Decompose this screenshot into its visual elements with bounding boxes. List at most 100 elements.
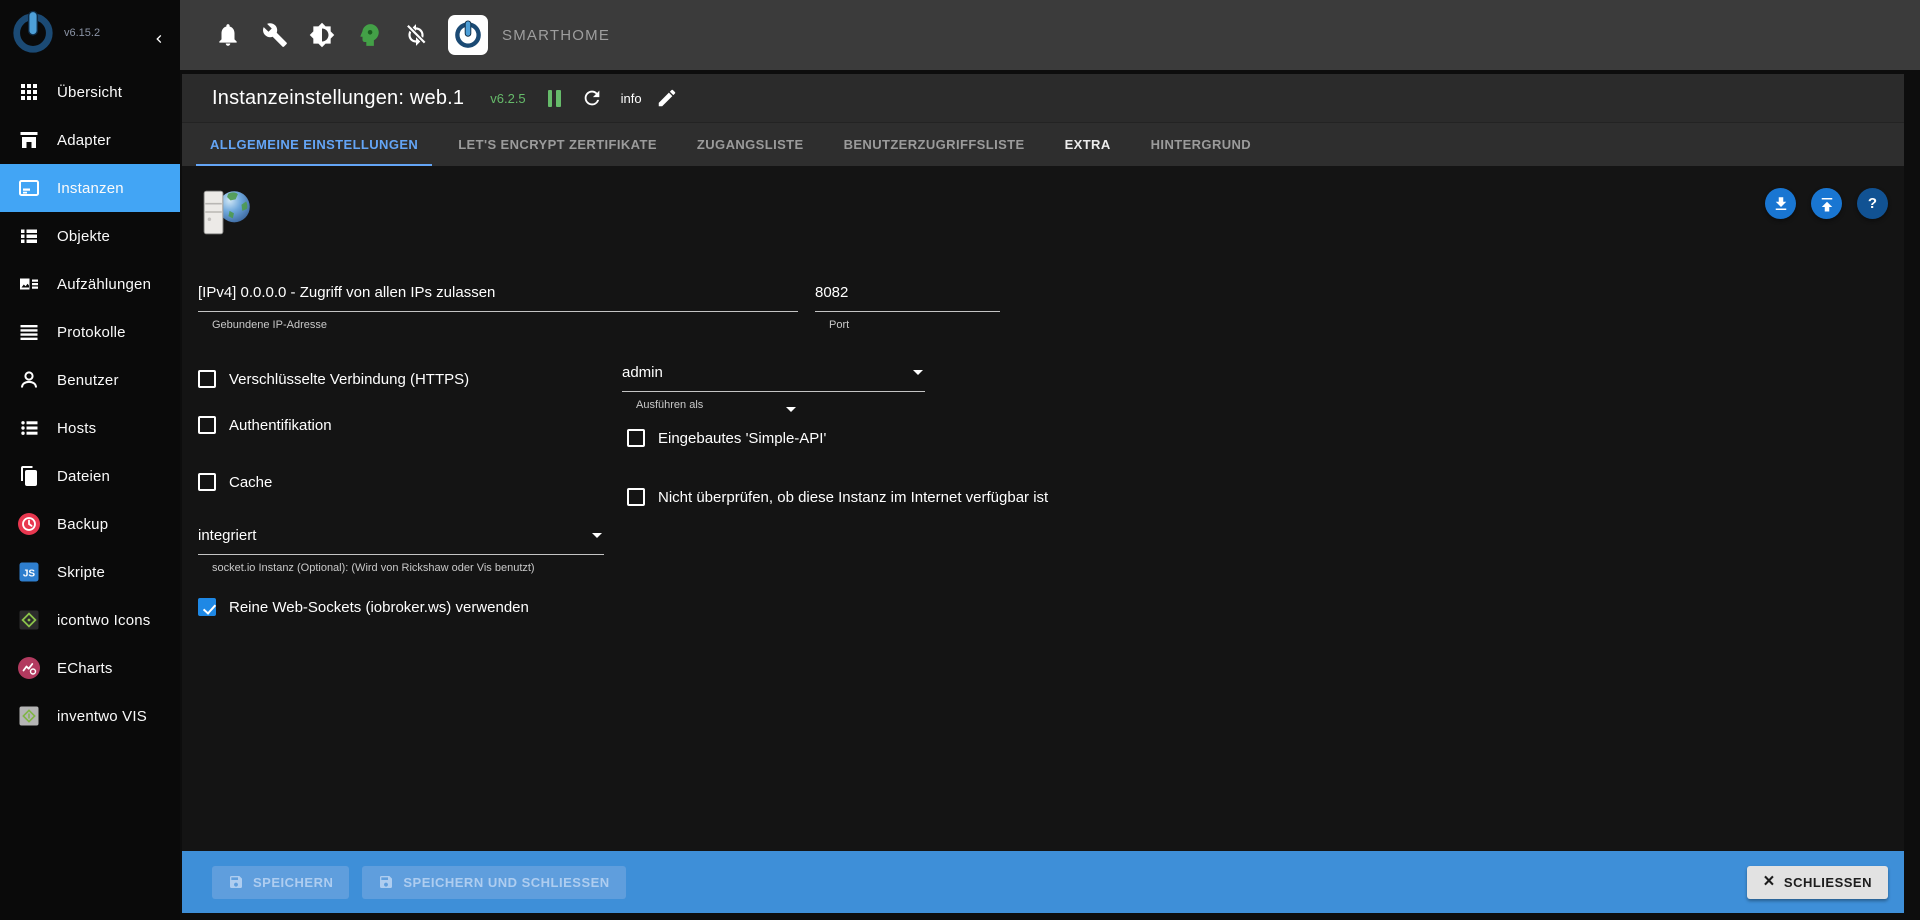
socketio-label: socket.io Instanz (Optional): (Wird von … [198, 562, 604, 574]
list-icon [17, 224, 41, 248]
brand-name: SMARTHOME [502, 27, 610, 44]
restart-icon[interactable] [581, 87, 603, 109]
edit-icon[interactable] [656, 87, 678, 109]
dialog-header: Instanzeinstellungen: web.1 v6.2.5 info [182, 74, 1904, 122]
save-icon [378, 874, 394, 890]
sidebar-item-hosts[interactable]: Hosts [0, 404, 180, 452]
theme-icon[interactable] [309, 22, 335, 48]
tab-allgemeine-einstellungen[interactable]: ALLGEMEINE EINSTELLUNGEN [190, 123, 438, 166]
javascript-icon: JS [17, 560, 41, 584]
tab-extra[interactable]: EXTRA [1045, 123, 1131, 166]
cache-row: Cache [198, 473, 272, 491]
close-button[interactable]: × SCHLIESSEN [1747, 866, 1888, 899]
bind-ip-select[interactable]: [IPv4] 0.0.0.0 - Zugriff von allen IPs z… [198, 283, 798, 331]
websockets-label: Reine Web-Sockets (iobroker.ws) verwende… [229, 599, 529, 616]
inventwo-icon [17, 704, 41, 728]
bind-ip-value[interactable]: [IPv4] 0.0.0.0 - Zugriff von allen IPs z… [198, 283, 798, 312]
grid-icon [17, 80, 41, 104]
sync-disabled-icon[interactable] [403, 22, 429, 48]
https-checkbox[interactable] [198, 370, 216, 388]
save-and-close-button[interactable]: SPEICHERN UND SCHLIESSEN [362, 866, 625, 899]
topbar: SMARTHOME [180, 0, 1920, 70]
download-config-button[interactable] [1765, 188, 1796, 219]
adapter-version: v6.2.5 [490, 91, 525, 106]
enums-icon [17, 272, 41, 296]
port-input[interactable] [815, 283, 1000, 303]
internet-check-row: Nicht überprüfen, ob diese Instanz im In… [627, 488, 1048, 506]
run-as-select[interactable]: admin Ausführen als [622, 363, 925, 411]
dialog-title: Instanzeinstellungen: web.1 [212, 87, 464, 110]
cache-checkbox[interactable] [198, 473, 216, 491]
sidebar-item-benutzer[interactable]: Benutzer [0, 356, 180, 404]
save-button[interactable]: SPEICHERN [212, 866, 349, 899]
instances-icon [17, 176, 41, 200]
instance-settings-dialog: Instanzeinstellungen: web.1 v6.2.5 info … [182, 74, 1904, 913]
logs-icon [17, 320, 41, 344]
store-icon [17, 128, 41, 152]
sidebar-item-objekte[interactable]: Objekte [0, 212, 180, 260]
sidebar-item-backup[interactable]: Backup [0, 500, 180, 548]
chevron-down-icon [592, 533, 602, 538]
sidebar-item-echarts[interactable]: ECharts [0, 644, 180, 692]
cache-label: Cache [229, 474, 272, 491]
svg-text:JS: JS [23, 569, 36, 580]
user-icon [17, 368, 41, 392]
auth-checkbox[interactable] [198, 416, 216, 434]
expert-mode-icon[interactable] [356, 22, 382, 48]
collapse-sidebar-icon[interactable] [142, 22, 166, 46]
tab-zugangsliste[interactable]: ZUGANGSLISTE [677, 123, 824, 166]
sidebar-item-icontwo[interactable]: icontwo Icons [0, 596, 180, 644]
sidebar-item-aufzaehlungen[interactable]: Aufzählungen [0, 260, 180, 308]
help-button[interactable]: ? [1857, 188, 1888, 219]
iobroker-logo [448, 15, 488, 55]
save-icon [228, 874, 244, 890]
socketio-value[interactable]: integriert [198, 526, 604, 555]
form-actions: ? [1765, 188, 1888, 219]
upload-config-button[interactable] [1811, 188, 1842, 219]
auth-label: Authentifikation [229, 417, 332, 434]
https-row: Verschlüsselte Verbindung (HTTPS) [198, 370, 469, 388]
icontwo-icon [17, 608, 41, 632]
simple-api-row: Eingebautes 'Simple-API' [627, 429, 826, 447]
tab-hintergrund[interactable]: HINTERGRUND [1131, 123, 1271, 166]
hosts-icon [17, 416, 41, 440]
notifications-icon[interactable] [215, 22, 241, 48]
files-icon [17, 464, 41, 488]
tab-bar: ALLGEMEINE EINSTELLUNGEN LET'S ENCRYPT Z… [182, 122, 1904, 166]
sidebar-header: v6.15.2 [0, 0, 180, 68]
sidebar-menu: Übersicht Adapter Instanzen Objekte Aufz… [0, 68, 180, 740]
pause-instance-icon[interactable] [548, 90, 561, 107]
info-link[interactable]: info [621, 91, 642, 106]
dialog-footer: SPEICHERN SPEICHERN UND SCHLIESSEN × SCH… [182, 851, 1904, 913]
socketio-select[interactable]: integriert socket.io Instanz (Optional):… [198, 526, 604, 574]
settings-form: ? [IPv4] 0.0.0.0 - Zugriff von allen IPs… [182, 166, 1904, 851]
bind-ip-label: Gebundene IP-Adresse [198, 319, 798, 331]
web-adapter-icon [198, 184, 256, 242]
port-label: Port [815, 319, 1000, 331]
tab-lets-encrypt-zertifikate[interactable]: LET'S ENCRYPT ZERTIFIKATE [438, 123, 677, 166]
run-as-value[interactable]: admin [622, 363, 925, 392]
iobroker-logo-icon [10, 10, 56, 56]
sidebar-item-skripte[interactable]: JS Skripte [0, 548, 180, 596]
websockets-row: Reine Web-Sockets (iobroker.ws) verwende… [198, 598, 529, 616]
sidebar-item-adapter[interactable]: Adapter [0, 116, 180, 164]
websockets-checkbox[interactable] [198, 598, 216, 616]
sidebar-item-inventwo-vis[interactable]: inventwo VIS [0, 692, 180, 740]
internet-check-label: Nicht überprüfen, ob diese Instanz im In… [658, 489, 1048, 506]
wrench-icon[interactable] [262, 22, 288, 48]
sidebar: v6.15.2 Übersicht Adapter Instanzen Obje… [0, 0, 180, 920]
sidebar-item-dateien[interactable]: Dateien [0, 452, 180, 500]
sidebar-item-protokolle[interactable]: Protokolle [0, 308, 180, 356]
sidebar-item-instanzen[interactable]: Instanzen [0, 164, 180, 212]
sidebar-item-uebersicht[interactable]: Übersicht [0, 68, 180, 116]
simple-api-checkbox[interactable] [627, 429, 645, 447]
simple-api-label: Eingebautes 'Simple-API' [658, 430, 826, 447]
echarts-icon [17, 656, 41, 680]
backup-icon [17, 512, 41, 536]
auth-row: Authentifikation [198, 416, 332, 434]
port-field: Port [815, 283, 1000, 331]
internet-check-checkbox[interactable] [627, 488, 645, 506]
tab-benutzerzugriffsliste[interactable]: BENUTZERZUGRIFFSLISTE [824, 123, 1045, 166]
run-as-label: Ausführen als [622, 399, 925, 411]
chevron-down-icon [913, 370, 923, 375]
